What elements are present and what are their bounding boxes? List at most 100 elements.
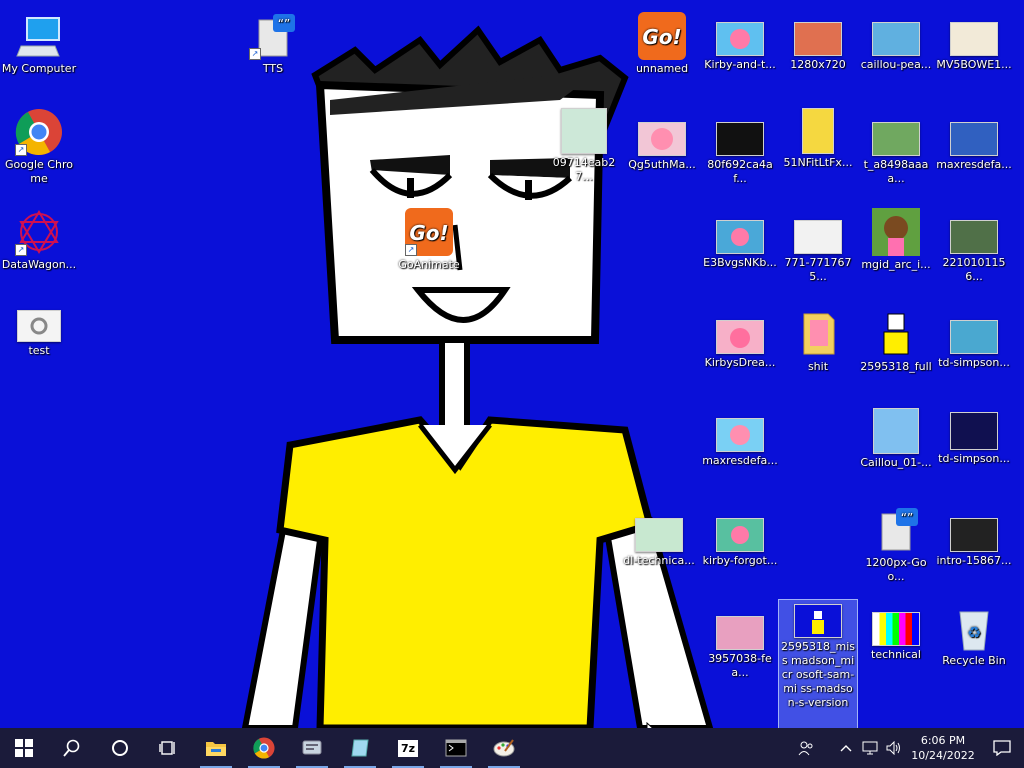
desktop-icon-51nfitltfx[interactable]: 51NFitLtFx... <box>779 104 857 170</box>
desktop-icon-td-simpson-2[interactable]: td-simpson... <box>935 408 1013 466</box>
system-tray: 6:06 PM 10/24/2022 <box>794 728 1024 768</box>
paint-taskbar-button[interactable] <box>480 728 528 768</box>
image-thumbnail-icon <box>716 22 764 56</box>
chrome-taskbar-button[interactable] <box>240 728 288 768</box>
image-thumbnail-icon <box>716 122 764 156</box>
desktop-icon-caillou-01[interactable]: Caillou_01-... <box>857 404 935 470</box>
network-icon <box>862 741 878 755</box>
network-button[interactable] <box>858 728 882 768</box>
file-explorer-button[interactable] <box>192 728 240 768</box>
desktop-icon-test[interactable]: test <box>0 306 78 358</box>
image-thumbnail-icon <box>872 122 920 156</box>
app-taskbar-button-2[interactable] <box>336 728 384 768</box>
clock[interactable]: 6:06 PM 10/24/2022 <box>906 733 980 763</box>
image-thumbnail-icon <box>635 518 683 552</box>
desktop-icon-my-computer[interactable]: My Computer <box>0 8 78 76</box>
image-thumbnail-icon <box>716 616 764 650</box>
cmd-taskbar-button[interactable] <box>432 728 480 768</box>
app-taskbar-button-1[interactable] <box>288 728 336 768</box>
start-button[interactable] <box>0 728 48 768</box>
desktop-icon-2595318-full[interactable]: 2595318_full <box>857 306 935 374</box>
desktop-icon-shit[interactable]: shit <box>779 306 857 374</box>
image-thumbnail-icon <box>950 412 998 450</box>
action-center-button[interactable] <box>980 728 1024 768</box>
desktop-icon-3957038-fea[interactable]: 3957038-fea... <box>701 612 779 680</box>
desktop-icon-google-chrome[interactable]: ↗ Google Chrome <box>0 104 78 186</box>
desktop-icon-kirby-and-t[interactable]: Kirby-and-t... <box>701 18 779 72</box>
desktop-icon-e3bvgsnkb[interactable]: E3BvgsNKb... <box>701 216 779 270</box>
desktop-icon-maxresdefa-2[interactable]: maxresdefa... <box>935 118 1013 172</box>
desktop-icon-kirby-forgot[interactable]: kirby-forgot... <box>701 514 779 568</box>
cortana-button[interactable] <box>96 728 144 768</box>
notepad-icon <box>351 739 369 757</box>
desktop-icon-td-simpson-1[interactable]: td-simpson... <box>935 316 1013 370</box>
desktop-icon-kirbysdrea[interactable]: KirbysDrea... <box>701 316 779 370</box>
desktop-icon-mgid-arc-i[interactable]: mgid_arc_i... <box>857 204 935 272</box>
folder-icon <box>794 310 842 358</box>
icon-label: test <box>28 344 50 357</box>
image-thumbnail-icon <box>950 518 998 552</box>
shortcut-arrow-icon: ↗ <box>15 244 27 256</box>
desktop-icon-1200px-goo[interactable]: “” 1200px-Goo... <box>857 502 935 584</box>
desktop-icon-goanimate[interactable]: Go! ↗ GoAnimate <box>390 204 468 272</box>
task-view-icon <box>159 741 175 755</box>
icon-label: maxresdefa... <box>702 454 778 467</box>
desktop-icon-qg5uthma[interactable]: Qg5uthMa... <box>623 118 701 172</box>
desktop-icon-maxresdefa-1[interactable]: maxresdefa... <box>701 414 779 468</box>
desktop-icon-09714eab27[interactable]: 09714eab27... <box>545 104 623 184</box>
desktop-icon-caillou-pea[interactable]: caillou-pea... <box>857 18 935 72</box>
icon-label: Kirby-and-t... <box>704 58 776 71</box>
desktop-icon-mv5bowe1[interactable]: MV5BOWE1... <box>935 18 1013 72</box>
recycle-bin-icon: ♻ <box>950 604 998 652</box>
desktop-icon-1280x720[interactable]: 1280x720 <box>779 18 857 72</box>
tts-icon: “” <box>872 506 920 554</box>
image-thumbnail-icon <box>716 320 764 354</box>
desktop-icon-2210101156[interactable]: 2210101156... <box>935 216 1013 284</box>
chrome-icon <box>253 737 275 759</box>
notification-icon <box>993 740 1011 756</box>
goanimate-icon: Go! <box>638 12 686 60</box>
desktop-icon-t-a8498aaaa[interactable]: t_a8498aaaa... <box>857 118 935 186</box>
icon-label: Recycle Bin <box>942 654 1006 667</box>
desktop-icon-datawagon[interactable]: ↗ DataWagon... <box>0 204 78 272</box>
shortcut-arrow-icon: ↗ <box>249 48 261 60</box>
desktop-icon-intro-15867[interactable]: intro-15867... <box>935 514 1013 568</box>
7zip-icon: 7z <box>397 739 419 757</box>
icon-label: Google Chrome <box>5 158 73 185</box>
image-thumbnail-icon <box>873 408 919 454</box>
desktop-icon-tts[interactable]: “” ↗ TTS <box>234 8 312 76</box>
7zip-taskbar-button[interactable]: 7z <box>384 728 432 768</box>
show-hidden-icons-button[interactable] <box>834 728 858 768</box>
people-icon <box>798 741 813 756</box>
search-button[interactable] <box>48 728 96 768</box>
desktop-icon-80f692ca4af[interactable]: 80f692ca4af... <box>701 118 779 186</box>
icon-label: 771-7717675... <box>784 256 852 283</box>
icon-label: 3957038-fea... <box>708 652 772 679</box>
task-view-button[interactable] <box>144 728 192 768</box>
image-thumbnail-icon <box>872 22 920 56</box>
desktop-icon-technical[interactable]: technical <box>857 608 935 662</box>
desktop-icon-771-7717675[interactable]: 771-7717675... <box>779 216 857 284</box>
icon-label: E3BvgsNKb... <box>703 256 777 269</box>
desktop-icon-dl-technica[interactable]: dl-technica... <box>620 514 698 568</box>
datawagon-icon: ↗ <box>15 208 63 256</box>
desktop-icon-unnamed[interactable]: Go! unnamed <box>623 8 701 76</box>
icon-label: 2595318_miss madson_micr osoft-sam-mi ss… <box>781 640 855 709</box>
icon-label: shit <box>807 360 829 373</box>
volume-button[interactable] <box>882 728 906 768</box>
desktop-icon-recycle-bin[interactable]: ♻ Recycle Bin <box>935 600 1013 668</box>
image-thumbnail-icon <box>794 220 842 254</box>
image-thumbnail-icon <box>950 220 998 254</box>
icon-label: 1280x720 <box>790 58 846 71</box>
icon-label: technical <box>871 648 921 661</box>
people-button[interactable] <box>794 728 818 768</box>
desktop-icon-2595318-missmadson[interactable]: 2595318_miss madson_micr osoft-sam-mi ss… <box>778 599 858 729</box>
svg-text:Go!: Go! <box>642 25 681 49</box>
image-thumbnail-icon <box>794 604 842 638</box>
icon-label: mgid_arc_i... <box>861 258 931 271</box>
image-thumbnail-icon <box>716 220 764 254</box>
icon-label: GoAnimate <box>398 258 460 271</box>
icon-label: Qg5uthMa... <box>628 158 696 171</box>
icon-label: 2595318_full <box>860 360 932 373</box>
icon-label: td-simpson... <box>938 356 1010 369</box>
